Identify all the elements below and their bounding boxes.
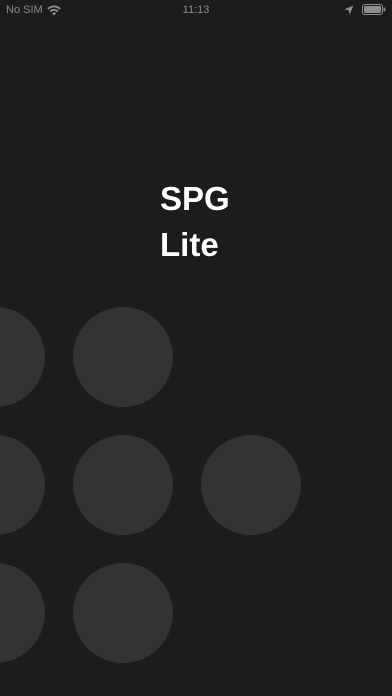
status-time: 11:13 <box>182 4 210 16</box>
app-title: SPG Lite <box>160 176 230 268</box>
decorative-circle <box>201 435 301 535</box>
app-title-line2: Lite <box>160 226 219 263</box>
decorative-circle <box>73 435 173 535</box>
splash-screen: No SIM 11:13 SPG Lite <box>0 0 392 696</box>
status-right <box>344 4 386 15</box>
decorative-circle <box>0 435 45 535</box>
app-title-line1: SPG <box>160 180 230 217</box>
battery-icon <box>362 4 386 15</box>
decorative-circle <box>0 563 45 663</box>
location-icon <box>344 5 354 15</box>
decorative-circle <box>73 307 173 407</box>
status-bar: No SIM 11:13 <box>0 0 392 20</box>
decorative-circle <box>73 563 173 663</box>
decorative-circle <box>0 307 45 407</box>
